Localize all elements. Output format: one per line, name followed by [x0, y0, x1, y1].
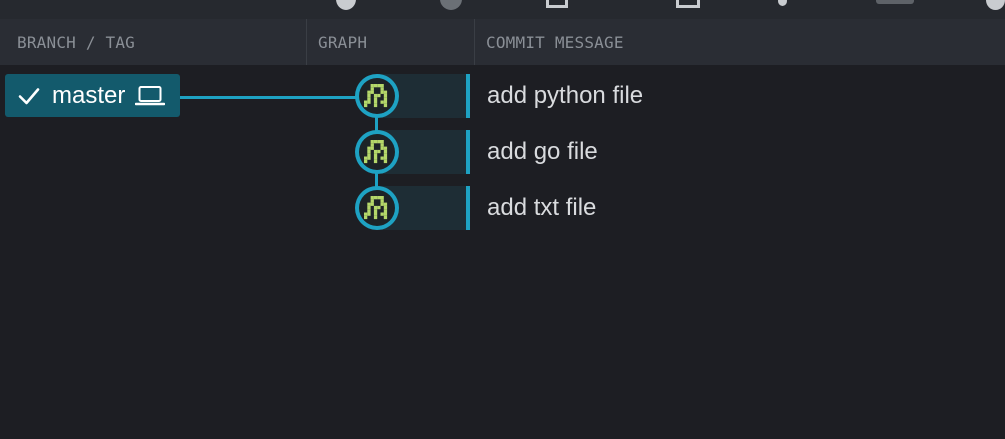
toolbar-button[interactable]: [546, 0, 568, 8]
commit-message: add txt file: [487, 194, 597, 221]
column-header-branch-tag[interactable]: BRANCH / TAG: [0, 19, 306, 65]
toolbar-button[interactable]: [676, 0, 700, 8]
column-header-commit-message[interactable]: COMMIT MESSAGE: [474, 19, 1005, 65]
author-avatar[interactable]: [355, 186, 399, 230]
author-avatar[interactable]: [355, 74, 399, 118]
commit-row-accent: [466, 74, 470, 118]
author-avatar[interactable]: [355, 130, 399, 174]
commit-row[interactable]: add txt file: [0, 186, 1005, 230]
toolbar-button[interactable]: [440, 0, 462, 10]
toolbar-button[interactable]: [778, 0, 787, 6]
toolbar-button[interactable]: [336, 0, 356, 10]
graph-header: BRANCH / TAG GRAPH COMMIT MESSAGE: [0, 19, 1005, 65]
commit-message: add python file: [487, 82, 644, 109]
identicon-icon: [359, 134, 395, 170]
commit-row[interactable]: add go file: [0, 130, 1005, 174]
identicon-icon: [359, 78, 395, 114]
toolbar: [0, 0, 1005, 19]
commit-row-accent: [466, 186, 470, 230]
commit-message: add go file: [487, 138, 598, 165]
identicon-icon: [359, 190, 395, 226]
commit-row-accent: [466, 130, 470, 174]
commit-row[interactable]: add python file: [0, 74, 1005, 118]
toolbar-button[interactable]: [986, 0, 1005, 10]
toolbar-button[interactable]: [876, 0, 914, 4]
column-header-graph[interactable]: GRAPH: [306, 19, 474, 65]
